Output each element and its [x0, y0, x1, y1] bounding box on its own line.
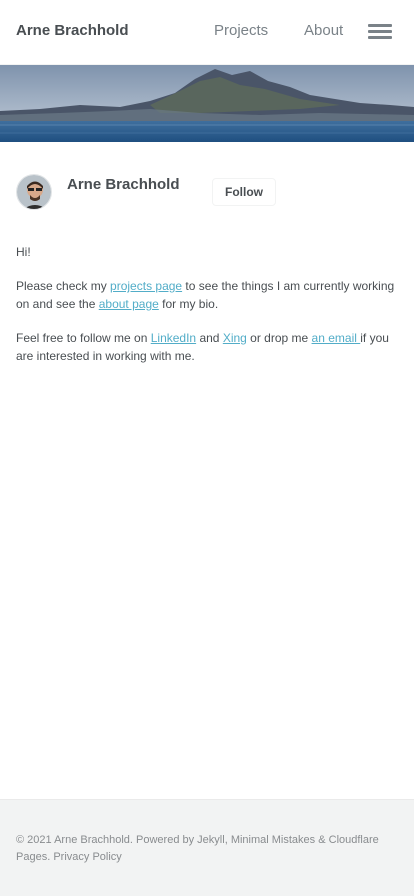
masthead: Arne Brachhold Projects About: [0, 0, 414, 65]
paragraph-projects: Please check my projects page to see the…: [16, 277, 398, 313]
xing-link[interactable]: Xing: [223, 331, 247, 345]
author-name: Arne Brachhold: [67, 176, 180, 193]
text-span: and: [196, 331, 223, 345]
linkedin-link[interactable]: LinkedIn: [151, 331, 196, 345]
page-content: Hi! Please check my projects page to see…: [16, 243, 398, 381]
nav-link-projects[interactable]: Projects: [214, 22, 268, 39]
text-span: &: [315, 834, 329, 846]
text-span: © 2021 Arne Brachhold. Powered by: [16, 834, 198, 846]
about-page-link[interactable]: about page: [99, 297, 159, 311]
paragraph-contact: Feel free to follow me on LinkedIn and X…: [16, 329, 398, 365]
jekyll-link[interactable]: Jekyll: [197, 834, 225, 846]
footer-copyright: © 2021 Arne Brachhold. Powered by Jekyll…: [16, 832, 396, 866]
nav-link-about[interactable]: About: [304, 22, 343, 39]
minimal-mistakes-link[interactable]: Minimal Mistakes: [231, 834, 315, 846]
text-span: for my bio.: [158, 297, 219, 311]
follow-button[interactable]: Follow: [212, 178, 276, 206]
page-footer: © 2021 Arne Brachhold. Powered by Jekyll…: [0, 799, 414, 896]
projects-page-link[interactable]: projects page: [110, 279, 182, 293]
greeting-text: Hi!: [16, 245, 31, 259]
avatar: [16, 174, 52, 210]
hamburger-menu-icon[interactable]: [366, 20, 394, 44]
text-span: Feel free to follow me on: [16, 331, 151, 345]
privacy-policy-link[interactable]: Privacy Policy: [53, 851, 121, 863]
text-span: or drop me: [246, 331, 312, 345]
text-span: Please check my: [16, 279, 111, 293]
email-link[interactable]: an email: [312, 331, 361, 345]
hero-image: [0, 65, 414, 142]
site-title-link[interactable]: Arne Brachhold: [16, 22, 129, 39]
